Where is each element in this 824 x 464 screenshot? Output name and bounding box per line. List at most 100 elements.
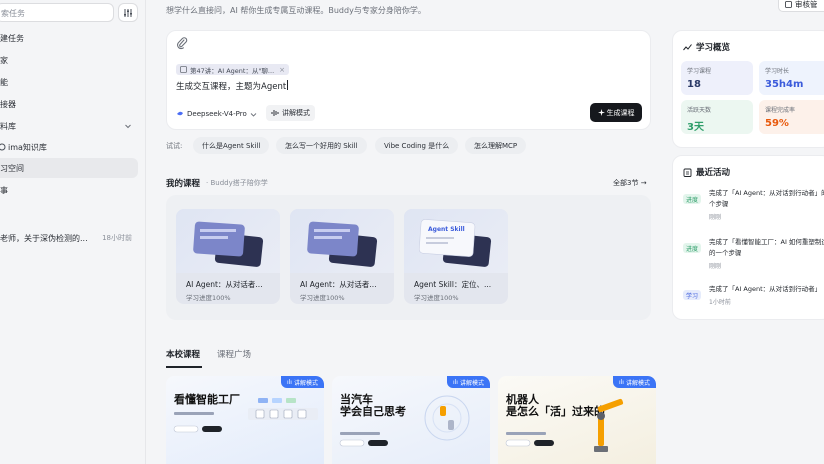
- main-content: 想学什么直接问，AI 帮你生成专属互动课程。Buddy与专家分身陪你学。 第47…: [146, 0, 662, 464]
- suggestion-chip[interactable]: 什么是Agent Skill: [193, 137, 270, 154]
- my-courses-panel: AI Agent：从对话者... 学习进度100% AI Agent：从对话者.…: [166, 195, 651, 320]
- course-thumbnail: Agent Skill: [404, 209, 508, 273]
- filter-button[interactable]: [118, 3, 138, 22]
- activity-time: 1小时前: [709, 299, 731, 306]
- market-course-card[interactable]: ılı 讲解模式 看懂智能工厂: [166, 376, 324, 464]
- app-window: 索任务 建任务 家 能 接器 料库 ima知识库 习空间 事 老师，关于深伪检测: [0, 0, 824, 464]
- prompt-text: 生成交互课程，主题为Agent: [176, 82, 287, 92]
- review-manage-button[interactable]: 审核管: [778, 0, 824, 12]
- my-courses-title: 我的课程: [166, 179, 201, 189]
- sidebar: 索任务 建任务 家 能 接器 料库 ima知识库 习空间 事 老师，关于深伪检测: [0, 0, 146, 464]
- stat-label: 学习课程: [687, 68, 712, 75]
- tab-active-indicator: [166, 366, 202, 368]
- clipboard-icon: [683, 168, 692, 177]
- trend-chart-icon: [683, 43, 692, 50]
- review-manage-label: 审核管: [795, 0, 818, 9]
- paperclip-icon[interactable]: [175, 36, 189, 50]
- sidebar-item-connectors[interactable]: 接器: [0, 94, 138, 114]
- activity-badge: 进度: [683, 194, 702, 204]
- overview-title-text: 学习概览: [696, 43, 731, 53]
- course-composer[interactable]: 第47讲：AI Agent：从"聊... × 生成交互课程，主题为Agent D…: [166, 30, 651, 130]
- suggestion-chip[interactable]: 怎么写一个好用的 Skill: [276, 137, 367, 154]
- stat-active-days: 活跃天数 3天: [681, 100, 753, 134]
- sidebar-item-skills[interactable]: 能: [0, 72, 138, 92]
- page-subtitle: 想学什么直接问，AI 帮你生成专属互动课程。Buddy与专家分身陪你学。: [166, 6, 426, 15]
- activity-time: 刚刚: [709, 263, 722, 270]
- overview-title: 学习概览: [683, 41, 730, 53]
- activity-text[interactable]: 完成了「AI Agent：从对话到行动者」: [709, 284, 824, 295]
- text-caret: [287, 80, 289, 90]
- model-select[interactable]: Deepseek-V4-Pro: [176, 107, 257, 121]
- slide-deck-icon: [307, 221, 378, 267]
- see-all-label: 全部3节: [613, 179, 639, 187]
- course-card[interactable]: Agent Skill Agent Skill：定位、... 学习进度100%: [404, 209, 508, 304]
- deepseek-logo-icon: [177, 111, 183, 116]
- course-progress: 学习进度100%: [414, 294, 459, 302]
- course-title: AI Agent：从对话者...: [186, 280, 263, 289]
- stat-value: 59%: [765, 118, 789, 129]
- chevron-down-icon: [250, 112, 257, 117]
- factory-illustration-icon: [173, 398, 318, 433]
- search-input[interactable]: 索任务: [0, 3, 114, 22]
- sidebar-item-experts[interactable]: 家: [0, 50, 138, 70]
- stat-value: 35h4m: [765, 79, 804, 90]
- course-card[interactable]: AI Agent：从对话者... 学习进度100%: [176, 209, 280, 304]
- waveform-icon: [271, 110, 279, 116]
- sidebar-item-new-task[interactable]: 建任务: [0, 28, 138, 48]
- market-course-card[interactable]: ılı 讲解模式 当汽车 学会自己思考: [332, 376, 490, 464]
- stat-courses: 学习课程 18: [681, 61, 753, 95]
- sidebar-item-learning-space[interactable]: 习空间: [0, 158, 138, 178]
- activity-title: 最近活动: [683, 166, 730, 178]
- activity-text[interactable]: 完成了「看懂智能工厂：AI 如何重塑制造业」的一个步骤: [709, 237, 824, 259]
- suggestion-chip[interactable]: Vibe Coding 是什么: [375, 137, 459, 154]
- sidebar-item-tasks[interactable]: 事: [0, 180, 138, 200]
- lesson-icon: [180, 66, 187, 73]
- sidebar-item-label: 接器: [0, 99, 16, 109]
- arrow-right-icon: →: [640, 179, 647, 187]
- sidebar-item-label: 能: [0, 77, 8, 87]
- prompt-input[interactable]: 生成交互课程，主题为Agent: [176, 80, 289, 92]
- sidebar-item-label: 事: [0, 185, 8, 195]
- course-title: AI Agent：从对话者...: [300, 280, 377, 289]
- activity-badge: 进度: [683, 243, 702, 253]
- chevron-down-icon: [125, 124, 131, 129]
- tab-school-courses[interactable]: 本校课程: [166, 348, 200, 360]
- tab-course-market[interactable]: 课程广场: [217, 348, 251, 360]
- activity-text[interactable]: 完成了「AI Agent：从对话到行动者」的一个步骤: [709, 188, 824, 210]
- context-chip[interactable]: 第47讲：AI Agent：从"聊... ×: [176, 64, 290, 75]
- model-select-label: Deepseek-V4-Pro: [187, 110, 247, 118]
- recent-task-item[interactable]: 老师，关于深伪检测的... 18小时前: [0, 228, 138, 248]
- close-icon[interactable]: ×: [279, 66, 285, 74]
- thumbnail-title: Agent Skill: [428, 226, 465, 233]
- activity-title-text: 最近活动: [696, 168, 731, 178]
- knowledge-base-icon: [0, 143, 6, 151]
- sidebar-item-library[interactable]: 料库: [0, 116, 138, 136]
- sidebar-item-label: ima知识库: [8, 142, 47, 152]
- car-circuit-illustration-icon: [339, 395, 470, 447]
- stat-duration: 学习时长 35h4m: [759, 61, 824, 95]
- course-card[interactable]: AI Agent：从对话者... 学习进度100%: [290, 209, 394, 304]
- review-icon: [785, 0, 792, 8]
- generate-course-button[interactable]: 生成课程: [590, 103, 642, 122]
- recent-task-time: 18小时前: [102, 234, 132, 242]
- course-progress: 学习进度100%: [300, 294, 345, 302]
- sliders-icon: [124, 8, 132, 17]
- course-thumbnail: [290, 209, 394, 273]
- sidebar-item-ima-kb[interactable]: ima知识库: [0, 137, 138, 157]
- context-chip-label: 第47讲：AI Agent：从"聊...: [190, 66, 275, 75]
- my-courses-subtitle: · Buddy搭子陪你学: [206, 179, 268, 187]
- try-label: 试试:: [166, 142, 183, 150]
- sidebar-item-label: 建任务: [0, 33, 24, 43]
- see-all-link[interactable]: 全部3节 →: [613, 178, 647, 188]
- explain-mode-toggle[interactable]: 讲解模式: [266, 105, 315, 121]
- slide-deck-icon: [193, 221, 264, 267]
- stat-completion: 课程完成率 59%: [759, 100, 824, 134]
- market-course-card[interactable]: ılı 讲解模式 机器人 是怎么「活」过来的: [498, 376, 656, 464]
- activity-badge: 学习: [683, 290, 702, 300]
- stat-label: 活跃天数: [687, 107, 712, 114]
- stat-value: 3天: [687, 122, 704, 133]
- suggestion-chip[interactable]: 怎么理解MCP: [465, 137, 527, 154]
- sparkle-icon: [597, 109, 605, 116]
- sidebar-item-label: 家: [0, 55, 8, 65]
- learning-overview-card: 学习概览 学习课程 18 学习时长 35h4m 活跃天数 3天 课程完成率 59…: [672, 30, 824, 148]
